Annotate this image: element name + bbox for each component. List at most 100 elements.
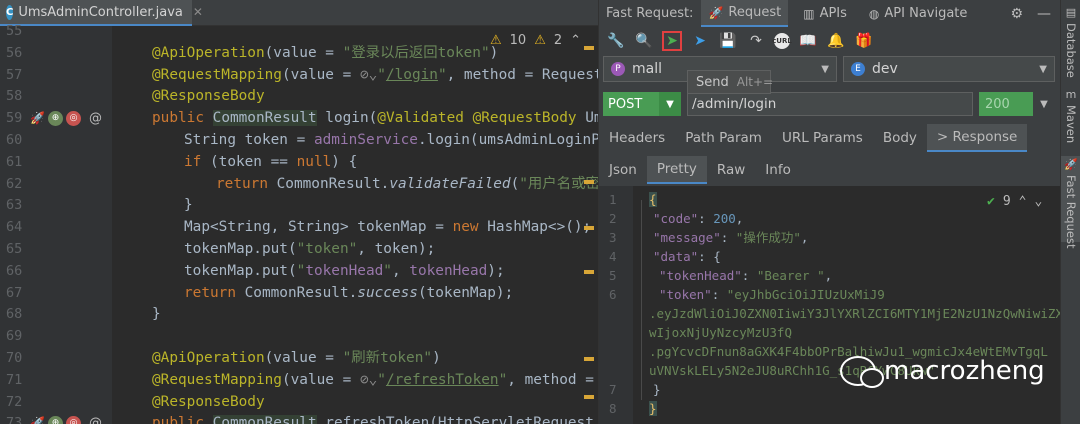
line-number: 71 — [6, 371, 23, 388]
status-code-select[interactable]: 200 ▼ — [979, 92, 1055, 116]
tab-json[interactable]: Json — [599, 156, 647, 184]
gear-icon[interactable]: ⚙ — [1010, 6, 1023, 22]
tool-label: Maven — [1064, 105, 1078, 144]
indent-guide — [641, 200, 642, 400]
tab-api-navigate[interactable]: ◍ API Navigate — [862, 0, 975, 27]
gutter-line: 72 — [0, 392, 112, 414]
curl-icon[interactable]: cURL — [772, 32, 792, 49]
rocket-icon: 🚀 — [1064, 158, 1078, 171]
line-number: 65 — [6, 241, 23, 257]
line-number: 72 — [6, 393, 23, 410]
code-line: public CommonResult refreshToken(HttpSer… — [152, 413, 598, 424]
response-line-number: 2 — [609, 211, 617, 226]
file-tab-label: UmsAdminController.java — [18, 4, 183, 20]
error-stripe-marker[interactable] — [584, 270, 594, 274]
code-line: @ResponseBody — [152, 88, 265, 105]
globe-icon: ◍ — [868, 6, 880, 21]
gutter-line: 58 — [0, 86, 112, 108]
json-line: } — [649, 401, 657, 416]
fast-request-tool-button[interactable]: 🚀 Fast Request — [1061, 156, 1080, 248]
close-icon[interactable]: ✕ — [193, 5, 203, 19]
response-viewer[interactable]: 1 2 3 4 5 6 7 8 ✔ 9 ⌃ ⌄ { "code": 200, "message… — [599, 186, 1060, 424]
error-stripe-marker[interactable] — [584, 46, 594, 50]
web-icon[interactable]: ⊕ — [48, 111, 63, 127]
tab-label: Request — [728, 5, 782, 20]
database-tool-button[interactable]: ▤ Database — [1061, 6, 1080, 78]
tab-body[interactable]: Body — [873, 124, 927, 152]
chevron-down-icon[interactable]: ⌄ — [1034, 194, 1042, 209]
error-stripe-marker[interactable] — [584, 226, 594, 230]
code-line: tokenMap.put("token", token); — [184, 241, 436, 257]
rocket-icon[interactable]: 🚀 — [30, 111, 45, 126]
tab-request[interactable]: 🚀 Request — [701, 0, 789, 27]
bell-icon[interactable]: 🔔 — [826, 31, 846, 51]
tooltip-shortcut: Alt+= — [736, 75, 774, 89]
env-select[interactable]: E dev ▼ — [843, 56, 1055, 82]
json-line: "message": "操作成功", — [653, 230, 809, 245]
search-icon[interactable]: 🔍 — [634, 31, 654, 51]
watermark-text: macrozheng — [884, 356, 1045, 386]
gutter-line: 59 🚀 ⊕ ◎ @ — [0, 108, 112, 130]
code-line: @RequestMapping(value = ⊘⌄"/login", meth… — [152, 66, 598, 83]
tab-url-params[interactable]: URL Params — [772, 124, 873, 152]
request-toolbar: 🔧 🔍 ➤ ➤ 💾 ↷ cURL 📖 🔔 🎁 — [599, 27, 1060, 54]
tab-headers[interactable]: Headers — [599, 124, 675, 152]
send-download-button[interactable]: ➤ — [690, 31, 710, 51]
book-icon[interactable]: 📖 — [798, 31, 818, 51]
tab-response[interactable]: > Response — [926, 124, 1028, 152]
response-line-number: 7 — [609, 382, 617, 397]
chevron-up-icon[interactable]: ⌃ — [570, 33, 581, 48]
code-line: return CommonResult.validateFailed("用户名或… — [216, 175, 598, 192]
error-stripe-marker[interactable] — [584, 395, 594, 399]
code-area[interactable]: @ApiOperation(value = "登录以后返回token") @Req… — [112, 26, 598, 424]
wrench-icon[interactable]: 🔧 — [606, 31, 626, 51]
json-line: "code": 200, — [653, 211, 744, 226]
error-stripe-marker[interactable] — [584, 357, 594, 361]
panel-title: Fast Request: — [606, 6, 694, 21]
status-code-value: 200 — [985, 96, 1010, 112]
code-line: @ApiOperation(value = "登录以后返回token") — [152, 44, 499, 61]
maven-tool-button[interactable]: m Maven — [1061, 88, 1080, 143]
response-line-number: 3 — [609, 230, 617, 245]
json-line: .eyJzdWliOiJ0ZXN0IiwiY3JlYXRlZCI6MTY1MjE… — [649, 306, 1060, 321]
tab-raw[interactable]: Raw — [707, 156, 755, 184]
inspection-widget[interactable]: ⚠ 10 ⚠ 2 ⌃ — [490, 33, 581, 48]
override-icon[interactable]: @ — [88, 416, 103, 424]
save-icon[interactable]: 💾 — [718, 31, 738, 51]
line-number: 59 — [6, 110, 23, 127]
line-gutter: 55 56 57 58 59 🚀 ⊕ ◎ @60 61 62 63 64 65 66 67 68 69 70 71 72… — [0, 23, 112, 424]
tab-apis[interactable]: ▥ APIs — [796, 0, 854, 27]
minimize-icon[interactable]: — — [1037, 6, 1051, 22]
response-inspection-widget[interactable]: ✔ 9 ⌃ ⌄ — [987, 194, 1042, 209]
url-input[interactable] — [687, 92, 973, 116]
gutter-line: 57 — [0, 65, 112, 87]
json-line: wIjoxNjUyNzcyMzU3fQ — [649, 325, 792, 340]
code-line: String token = adminService.login(umsAdm… — [184, 132, 598, 148]
rocket-icon: 🚀 — [708, 5, 724, 20]
method-select[interactable]: POST ▼ — [603, 92, 681, 116]
target-icon[interactable]: ◎ — [66, 416, 81, 424]
tab-info[interactable]: Info — [755, 156, 801, 184]
rocket-icon[interactable]: 🚀 — [30, 416, 45, 424]
gutter-line: 70 — [0, 348, 112, 370]
send-button[interactable]: ➤ — [662, 30, 682, 51]
error-stripe-marker[interactable] — [584, 180, 594, 184]
method-value: POST — [608, 96, 643, 112]
line-number: 62 — [6, 175, 23, 192]
target-icon[interactable]: ◎ — [66, 111, 81, 127]
chevron-up-icon[interactable]: ⌃ — [1019, 194, 1027, 209]
web-icon[interactable]: ⊕ — [48, 416, 63, 424]
tab-pretty[interactable]: Pretty — [646, 156, 707, 184]
redo-icon[interactable]: ↷ — [746, 31, 766, 51]
line-number: 67 — [6, 284, 23, 301]
warning-icon: ⚠ — [490, 33, 502, 48]
override-icon[interactable]: @ — [88, 111, 103, 126]
line-number: 69 — [6, 328, 23, 345]
env-value: dev — [872, 61, 898, 77]
line-number: 64 — [6, 219, 23, 236]
bars-icon: ▥ — [803, 6, 815, 21]
java-class-icon: C — [6, 4, 14, 20]
code-editor[interactable]: C UmsAdminController.java ✕ 55 56 57 58 59 🚀 ⊕… — [0, 0, 598, 424]
tab-path-param[interactable]: Path Param — [675, 124, 772, 152]
gift-icon[interactable]: 🎁 — [854, 31, 874, 51]
